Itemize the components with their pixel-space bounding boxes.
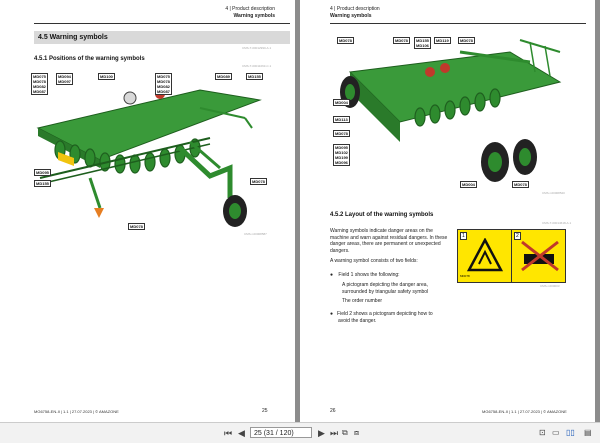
page-footer: MG6758-EN-II | 1.1 | 27.07.2023 | © AMAZ… xyxy=(34,409,119,414)
export-icon[interactable]: ⧈ xyxy=(354,427,359,439)
figure-ref: CMS-I-00008587 xyxy=(244,232,267,236)
section-title: 4.5 Warning symbols xyxy=(38,34,108,41)
first-page-icon[interactable]: ⏮ xyxy=(224,427,232,439)
warning-label-group-md075: MD075 MD078 MD082 MD087 xyxy=(31,73,48,95)
label-md106: MD106 xyxy=(416,43,429,48)
label-md155: MD155 xyxy=(246,73,263,80)
warning-label-group-md094: MD094 MD097 xyxy=(56,73,73,85)
warning-field-1: 1 MD078 xyxy=(458,230,512,282)
previous-page-icon[interactable]: ◀ xyxy=(238,427,245,439)
text-line: A pictogram depicting the danger area, xyxy=(342,282,428,288)
machine-illustration-right xyxy=(340,39,562,182)
label-md078: MD078 xyxy=(393,37,410,44)
subsection-title: 4.5.1 Positions of the warning symbols xyxy=(34,56,145,62)
label-md097: MD097 xyxy=(58,79,71,84)
label-md078: MD078 xyxy=(128,223,145,230)
warning-field-2: 2 xyxy=(512,230,565,282)
label-md087: MD087 xyxy=(157,89,170,94)
label-md095: MD095 xyxy=(34,169,51,176)
header-title: Warning symbols xyxy=(330,13,372,19)
text-line: avoid the danger. xyxy=(338,317,377,324)
document-viewer[interactable]: 4 | Product description Warning symbols … xyxy=(0,0,600,422)
field-number: 2 xyxy=(514,232,521,240)
text-line: Field 2 shows a pictogram depicting how … xyxy=(337,311,433,317)
label-md004: MD004 xyxy=(333,99,350,106)
page-number-input[interactable]: 25 (31 / 120) xyxy=(250,427,312,438)
warning-label-group-md155: MD155 MD106 xyxy=(414,37,431,49)
warning-symbol-sample: 1 MD078 2 xyxy=(457,229,566,283)
label-md113: MD113 xyxy=(333,116,350,123)
page-header: 4 | Product description Warning symbols xyxy=(225,6,275,20)
text-line: surrounded by triangular safety symbol xyxy=(342,288,429,295)
two-page-icon[interactable]: ▯▯ xyxy=(566,427,575,439)
header-chapter: 4 | Product description xyxy=(225,6,275,12)
page-number-value: 25 (31 / 120) xyxy=(254,430,294,437)
label-md078: MD078 xyxy=(458,37,475,44)
label-md155: MD155 xyxy=(34,180,51,187)
label-md078: MD078 xyxy=(512,181,529,188)
label-md096: MD096 xyxy=(335,160,348,165)
label-md078: MD078 xyxy=(337,37,354,44)
bullet-dot: ● xyxy=(330,311,334,317)
subsection-title: 4.5.2 Layout of the warning symbols xyxy=(330,212,434,218)
header-rule xyxy=(34,23,290,24)
sub-bullet-1a: A pictogram depicting the danger area, s… xyxy=(342,282,428,295)
bullet-2: ● Field 2 shows a pictogram depicting how… xyxy=(330,311,433,324)
continuous-icon[interactable]: ▤ xyxy=(584,427,592,439)
bullet-dot: ● xyxy=(330,272,334,278)
paragraph-fields: A warning symbol consists of two fields: xyxy=(330,258,418,264)
section-band: 4.5 Warning symbols xyxy=(34,31,290,44)
label-md100: MD100 xyxy=(98,73,115,80)
field-number: 1 xyxy=(460,232,467,240)
header-title: Warning symbols xyxy=(233,13,276,19)
bullet-text: Field 1 shows the following: xyxy=(338,272,400,278)
page-footer: MG6758-EN-II | 1.1 | 27.07.2023 | © AMAZ… xyxy=(482,409,567,414)
warning-ref: CMS-I-000003 xyxy=(540,284,560,288)
bullet-1: ● Field 1 shows the following: xyxy=(330,272,400,279)
next-page-icon[interactable]: ▶ xyxy=(318,427,325,439)
paragraph-intro: Warning symbols indicate danger areas on… xyxy=(330,228,452,254)
page-number: 26 xyxy=(330,408,336,414)
text-line: danger areas, there are permanent or une… xyxy=(330,241,441,247)
copy-icon[interactable]: ⧉ xyxy=(342,427,348,439)
sub-bullet-1b: The order number xyxy=(342,298,383,304)
section-ref: CMS-T-00012990-A.1 xyxy=(242,46,272,50)
page-header: 4 | Product description Warning symbols xyxy=(330,6,380,20)
page-number: 25 xyxy=(262,408,268,414)
header-chapter: 4 | Product description xyxy=(330,6,380,12)
label-md087: MD087 xyxy=(33,89,46,94)
label-md004: MD004 xyxy=(460,181,477,188)
label-md078: MD078 xyxy=(333,130,350,137)
danger-triangle-icon xyxy=(467,238,503,272)
label-md078: MD078 xyxy=(250,178,267,185)
text-line: dangers. xyxy=(330,247,350,254)
single-page-icon[interactable]: ▭ xyxy=(552,427,560,439)
page-right: 4 | Product description Warning symbols xyxy=(300,0,595,422)
page-left: 4 | Product description Warning symbols … xyxy=(0,0,295,422)
subsection-ref: CMS-T-00014618-A.1 xyxy=(542,221,572,225)
avoid-danger-icon xyxy=(521,240,559,272)
header-rule xyxy=(330,23,586,24)
viewer-toolbar: ⏮ ◀ 25 (31 / 120) ▶ ⏭ ⧉ ⧈ ⊡ ▭ ▯▯ ▤ xyxy=(0,422,600,443)
figure-ref: CMS-I-00008520 xyxy=(542,191,565,195)
machine-illustration-left xyxy=(36,89,262,227)
order-number: MD078 xyxy=(460,274,470,278)
fit-page-icon[interactable]: ⊡ xyxy=(539,427,546,439)
last-page-icon[interactable]: ⏭ xyxy=(330,427,338,439)
label-md089: MD089 xyxy=(215,73,232,80)
label-md119: MD119 xyxy=(434,37,451,44)
warning-label-group-md075-right: MD075 MD078 MD082 MD087 xyxy=(155,73,172,95)
warning-label-group-md095: MD095 MD102 MD199 MD096 xyxy=(333,144,350,166)
